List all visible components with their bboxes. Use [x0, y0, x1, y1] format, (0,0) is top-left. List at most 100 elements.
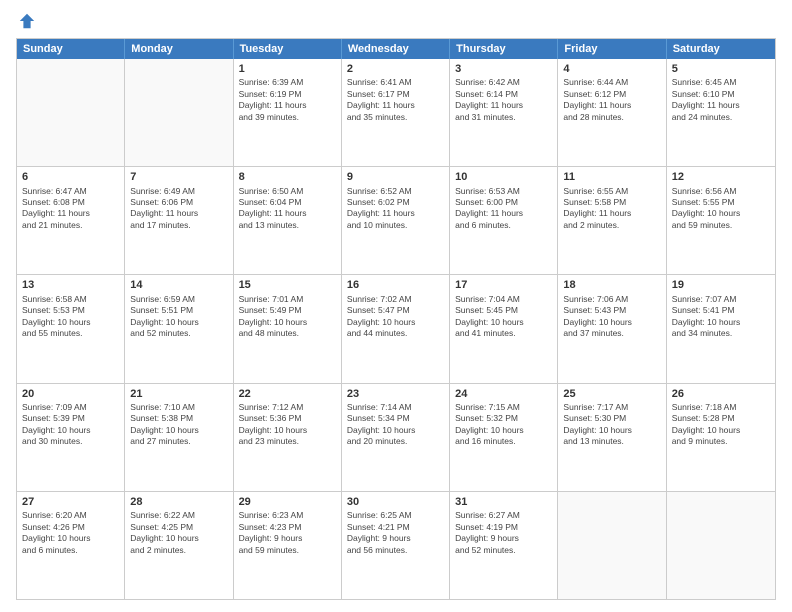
cell-line-0: Sunrise: 6:55 AM — [563, 186, 660, 197]
cell-line-1: Sunset: 5:45 PM — [455, 305, 552, 316]
cell-line-3: and 52 minutes. — [130, 328, 227, 339]
day-number: 22 — [239, 387, 336, 401]
cell-line-3: and 2 minutes. — [130, 545, 227, 556]
cal-cell-r2-c6: 19Sunrise: 7:07 AMSunset: 5:41 PMDayligh… — [667, 275, 775, 382]
cell-line-1: Sunset: 4:26 PM — [22, 522, 119, 533]
day-number: 5 — [672, 62, 770, 76]
cell-line-2: Daylight: 11 hours — [455, 100, 552, 111]
day-number: 24 — [455, 387, 552, 401]
cell-line-3: and 41 minutes. — [455, 328, 552, 339]
cell-line-1: Sunset: 6:19 PM — [239, 89, 336, 100]
cell-line-3: and 16 minutes. — [455, 436, 552, 447]
day-number: 17 — [455, 278, 552, 292]
day-number: 3 — [455, 62, 552, 76]
day-number: 11 — [563, 170, 660, 184]
cell-line-2: Daylight: 9 hours — [239, 533, 336, 544]
calendar: Sunday Monday Tuesday Wednesday Thursday… — [16, 38, 776, 600]
cell-line-1: Sunset: 4:19 PM — [455, 522, 552, 533]
cal-cell-r2-c2: 15Sunrise: 7:01 AMSunset: 5:49 PMDayligh… — [234, 275, 342, 382]
cell-line-2: Daylight: 10 hours — [239, 425, 336, 436]
cell-line-2: Daylight: 10 hours — [455, 317, 552, 328]
cell-line-0: Sunrise: 7:06 AM — [563, 294, 660, 305]
cell-line-3: and 20 minutes. — [347, 436, 444, 447]
cell-line-1: Sunset: 6:00 PM — [455, 197, 552, 208]
cell-line-2: Daylight: 9 hours — [455, 533, 552, 544]
cell-line-3: and 9 minutes. — [672, 436, 770, 447]
cell-line-3: and 27 minutes. — [130, 436, 227, 447]
cal-cell-r3-c1: 21Sunrise: 7:10 AMSunset: 5:38 PMDayligh… — [125, 384, 233, 491]
calendar-header: Sunday Monday Tuesday Wednesday Thursday… — [17, 39, 775, 59]
header-saturday: Saturday — [667, 39, 775, 59]
cell-line-3: and 34 minutes. — [672, 328, 770, 339]
day-number: 8 — [239, 170, 336, 184]
cell-line-0: Sunrise: 6:23 AM — [239, 510, 336, 521]
cell-line-0: Sunrise: 6:22 AM — [130, 510, 227, 521]
cell-line-0: Sunrise: 6:50 AM — [239, 186, 336, 197]
header-thursday: Thursday — [450, 39, 558, 59]
cell-line-1: Sunset: 6:04 PM — [239, 197, 336, 208]
cell-line-1: Sunset: 5:38 PM — [130, 413, 227, 424]
day-number: 30 — [347, 495, 444, 509]
cell-line-1: Sunset: 5:58 PM — [563, 197, 660, 208]
cell-line-2: Daylight: 10 hours — [347, 317, 444, 328]
cell-line-0: Sunrise: 6:42 AM — [455, 77, 552, 88]
day-number: 9 — [347, 170, 444, 184]
cell-line-1: Sunset: 6:02 PM — [347, 197, 444, 208]
cell-line-0: Sunrise: 6:20 AM — [22, 510, 119, 521]
cell-line-3: and 6 minutes. — [22, 545, 119, 556]
cal-cell-r0-c6: 5Sunrise: 6:45 AMSunset: 6:10 PMDaylight… — [667, 59, 775, 166]
header — [16, 12, 776, 30]
cal-cell-r4-c5 — [558, 492, 666, 599]
day-number: 31 — [455, 495, 552, 509]
cell-line-1: Sunset: 5:32 PM — [455, 413, 552, 424]
cal-cell-r4-c3: 30Sunrise: 6:25 AMSunset: 4:21 PMDayligh… — [342, 492, 450, 599]
cell-line-1: Sunset: 6:12 PM — [563, 89, 660, 100]
day-number: 6 — [22, 170, 119, 184]
cal-cell-r3-c3: 23Sunrise: 7:14 AMSunset: 5:34 PMDayligh… — [342, 384, 450, 491]
cell-line-0: Sunrise: 6:47 AM — [22, 186, 119, 197]
cell-line-0: Sunrise: 7:17 AM — [563, 402, 660, 413]
cell-line-3: and 55 minutes. — [22, 328, 119, 339]
day-number: 7 — [130, 170, 227, 184]
cell-line-2: Daylight: 10 hours — [347, 425, 444, 436]
cal-cell-r2-c1: 14Sunrise: 6:59 AMSunset: 5:51 PMDayligh… — [125, 275, 233, 382]
cal-cell-r4-c6 — [667, 492, 775, 599]
day-number: 18 — [563, 278, 660, 292]
cell-line-1: Sunset: 5:49 PM — [239, 305, 336, 316]
cell-line-1: Sunset: 5:47 PM — [347, 305, 444, 316]
cell-line-1: Sunset: 6:08 PM — [22, 197, 119, 208]
cal-cell-r1-c4: 10Sunrise: 6:53 AMSunset: 6:00 PMDayligh… — [450, 167, 558, 274]
cell-line-0: Sunrise: 7:01 AM — [239, 294, 336, 305]
cell-line-0: Sunrise: 7:04 AM — [455, 294, 552, 305]
cal-cell-r1-c3: 9Sunrise: 6:52 AMSunset: 6:02 PMDaylight… — [342, 167, 450, 274]
cell-line-0: Sunrise: 7:07 AM — [672, 294, 770, 305]
day-number: 2 — [347, 62, 444, 76]
cell-line-0: Sunrise: 6:41 AM — [347, 77, 444, 88]
cell-line-0: Sunrise: 6:53 AM — [455, 186, 552, 197]
cal-cell-r4-c1: 28Sunrise: 6:22 AMSunset: 4:25 PMDayligh… — [125, 492, 233, 599]
cell-line-2: Daylight: 10 hours — [455, 425, 552, 436]
day-number: 25 — [563, 387, 660, 401]
cell-line-2: Daylight: 10 hours — [239, 317, 336, 328]
cal-cell-r2-c0: 13Sunrise: 6:58 AMSunset: 5:53 PMDayligh… — [17, 275, 125, 382]
cell-line-2: Daylight: 10 hours — [22, 317, 119, 328]
cell-line-3: and 31 minutes. — [455, 112, 552, 123]
cal-cell-r1-c0: 6Sunrise: 6:47 AMSunset: 6:08 PMDaylight… — [17, 167, 125, 274]
day-number: 23 — [347, 387, 444, 401]
cell-line-1: Sunset: 6:10 PM — [672, 89, 770, 100]
cell-line-2: Daylight: 11 hours — [672, 100, 770, 111]
day-number: 21 — [130, 387, 227, 401]
cell-line-2: Daylight: 10 hours — [672, 317, 770, 328]
cell-line-2: Daylight: 10 hours — [672, 425, 770, 436]
cell-line-0: Sunrise: 6:58 AM — [22, 294, 119, 305]
cell-line-3: and 6 minutes. — [455, 220, 552, 231]
calendar-row-2: 13Sunrise: 6:58 AMSunset: 5:53 PMDayligh… — [17, 274, 775, 382]
cell-line-0: Sunrise: 7:10 AM — [130, 402, 227, 413]
day-number: 28 — [130, 495, 227, 509]
cell-line-0: Sunrise: 7:12 AM — [239, 402, 336, 413]
cell-line-0: Sunrise: 6:45 AM — [672, 77, 770, 88]
cell-line-2: Daylight: 10 hours — [563, 425, 660, 436]
cell-line-1: Sunset: 4:21 PM — [347, 522, 444, 533]
cell-line-3: and 35 minutes. — [347, 112, 444, 123]
page: Sunday Monday Tuesday Wednesday Thursday… — [0, 0, 792, 612]
